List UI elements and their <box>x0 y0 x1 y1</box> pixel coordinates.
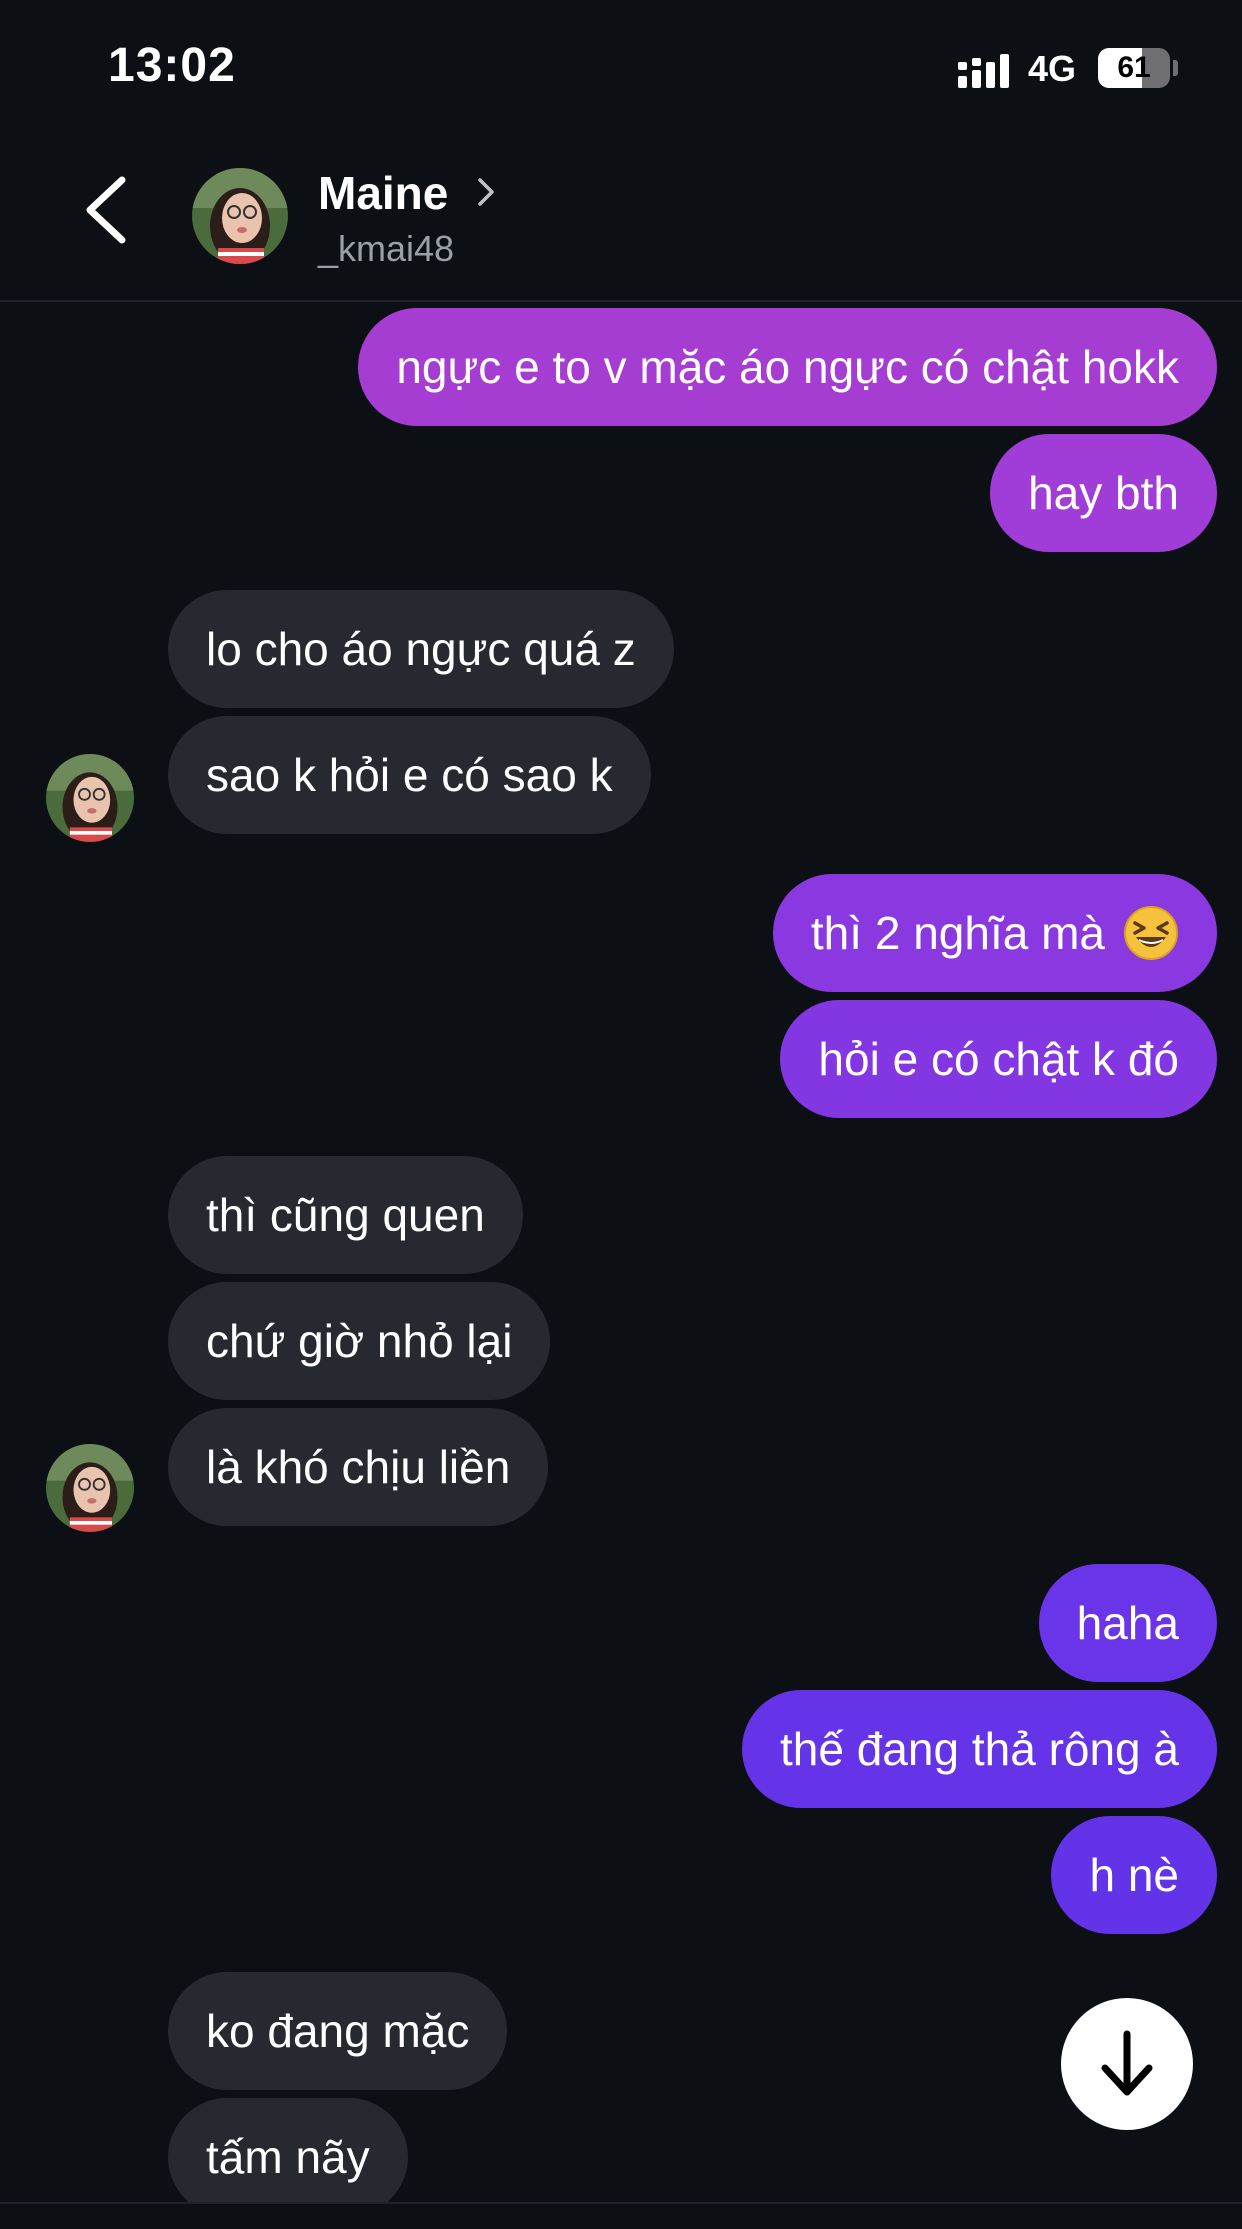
laughing-face-emoji <box>1124 906 1178 960</box>
message-bubble-incoming[interactable]: tấm nãy <box>168 2098 408 2202</box>
message-bubble-outgoing[interactable]: hỏi e có chật k đó <box>780 1000 1217 1118</box>
message-bubble-incoming[interactable]: ko đang mặc <box>168 1972 508 2090</box>
message-text: thì cũng quen <box>206 1189 485 1241</box>
signal-strength-icon <box>958 54 1009 88</box>
message-text: tấm nãy <box>206 2131 370 2183</box>
message-bubble-outgoing[interactable]: haha <box>1038 1564 1217 1682</box>
scroll-to-bottom-button[interactable] <box>1061 1998 1193 2130</box>
arrow-down-icon <box>1101 2030 1153 2096</box>
message-bubble-outgoing[interactable]: ngực e to v mặc áo ngực có chật hokk <box>358 308 1217 426</box>
message-bubble-incoming[interactable]: là khó chịu liền <box>168 1408 549 1526</box>
sender-avatar[interactable] <box>46 1444 134 1532</box>
message-text: là khó chịu liền <box>206 1441 511 1493</box>
message-text: thì 2 nghĩa mà <box>810 907 1105 959</box>
battery-icon: 61 <box>1098 48 1170 88</box>
message-text: chứ giờ nhỏ lại <box>206 1315 513 1367</box>
chat-header: Maine _kmai48 <box>0 130 1242 302</box>
message-list[interactable]: ngực e to v mặc áo ngực có chật hokk hay… <box>0 302 1242 2202</box>
message-bubble-outgoing[interactable]: thì 2 nghĩa mà <box>772 874 1217 992</box>
message-bubble-outgoing[interactable]: h nè <box>1051 1816 1217 1934</box>
sender-avatar[interactable] <box>46 754 134 842</box>
status-bar: 13:02 4G 61 <box>0 0 1242 130</box>
message-bubble-outgoing[interactable]: hay bth <box>990 434 1217 552</box>
message-text: haha <box>1076 1597 1179 1649</box>
message-text: thế đang thả rông à <box>780 1723 1179 1775</box>
message-text: hỏi e có chật k đó <box>818 1033 1179 1085</box>
message-text: h nè <box>1089 1849 1179 1901</box>
message-bubble-outgoing[interactable]: thế đang thả rông à <box>742 1690 1217 1808</box>
status-time: 13:02 <box>108 39 236 92</box>
chevron-right-icon[interactable] <box>474 174 498 210</box>
avatar[interactable] <box>192 168 288 264</box>
message-bubble-incoming[interactable]: lo cho áo ngực quá z <box>168 590 674 708</box>
message-text: ko đang mặc <box>206 2005 470 2057</box>
message-bubble-incoming[interactable]: thì cũng quen <box>168 1156 523 1274</box>
contact-name[interactable]: Maine <box>318 166 448 220</box>
message-text: lo cho áo ngực quá z <box>206 623 636 675</box>
message-bubble-incoming[interactable]: chứ giờ nhỏ lại <box>168 1282 551 1400</box>
battery-cap <box>1173 60 1178 76</box>
message-text: hay bth <box>1028 467 1179 519</box>
battery-level: 61 <box>1117 51 1151 84</box>
contact-handle: _kmai48 <box>318 228 455 269</box>
message-text: sao k hỏi e có sao k <box>206 749 613 801</box>
message-text: ngực e to v mặc áo ngực có chật hokk <box>396 341 1179 393</box>
back-button[interactable] <box>70 170 140 250</box>
bottom-edge <box>0 2202 1242 2229</box>
network-type: 4G <box>1028 48 1077 89</box>
message-bubble-incoming[interactable]: sao k hỏi e có sao k <box>168 716 651 834</box>
